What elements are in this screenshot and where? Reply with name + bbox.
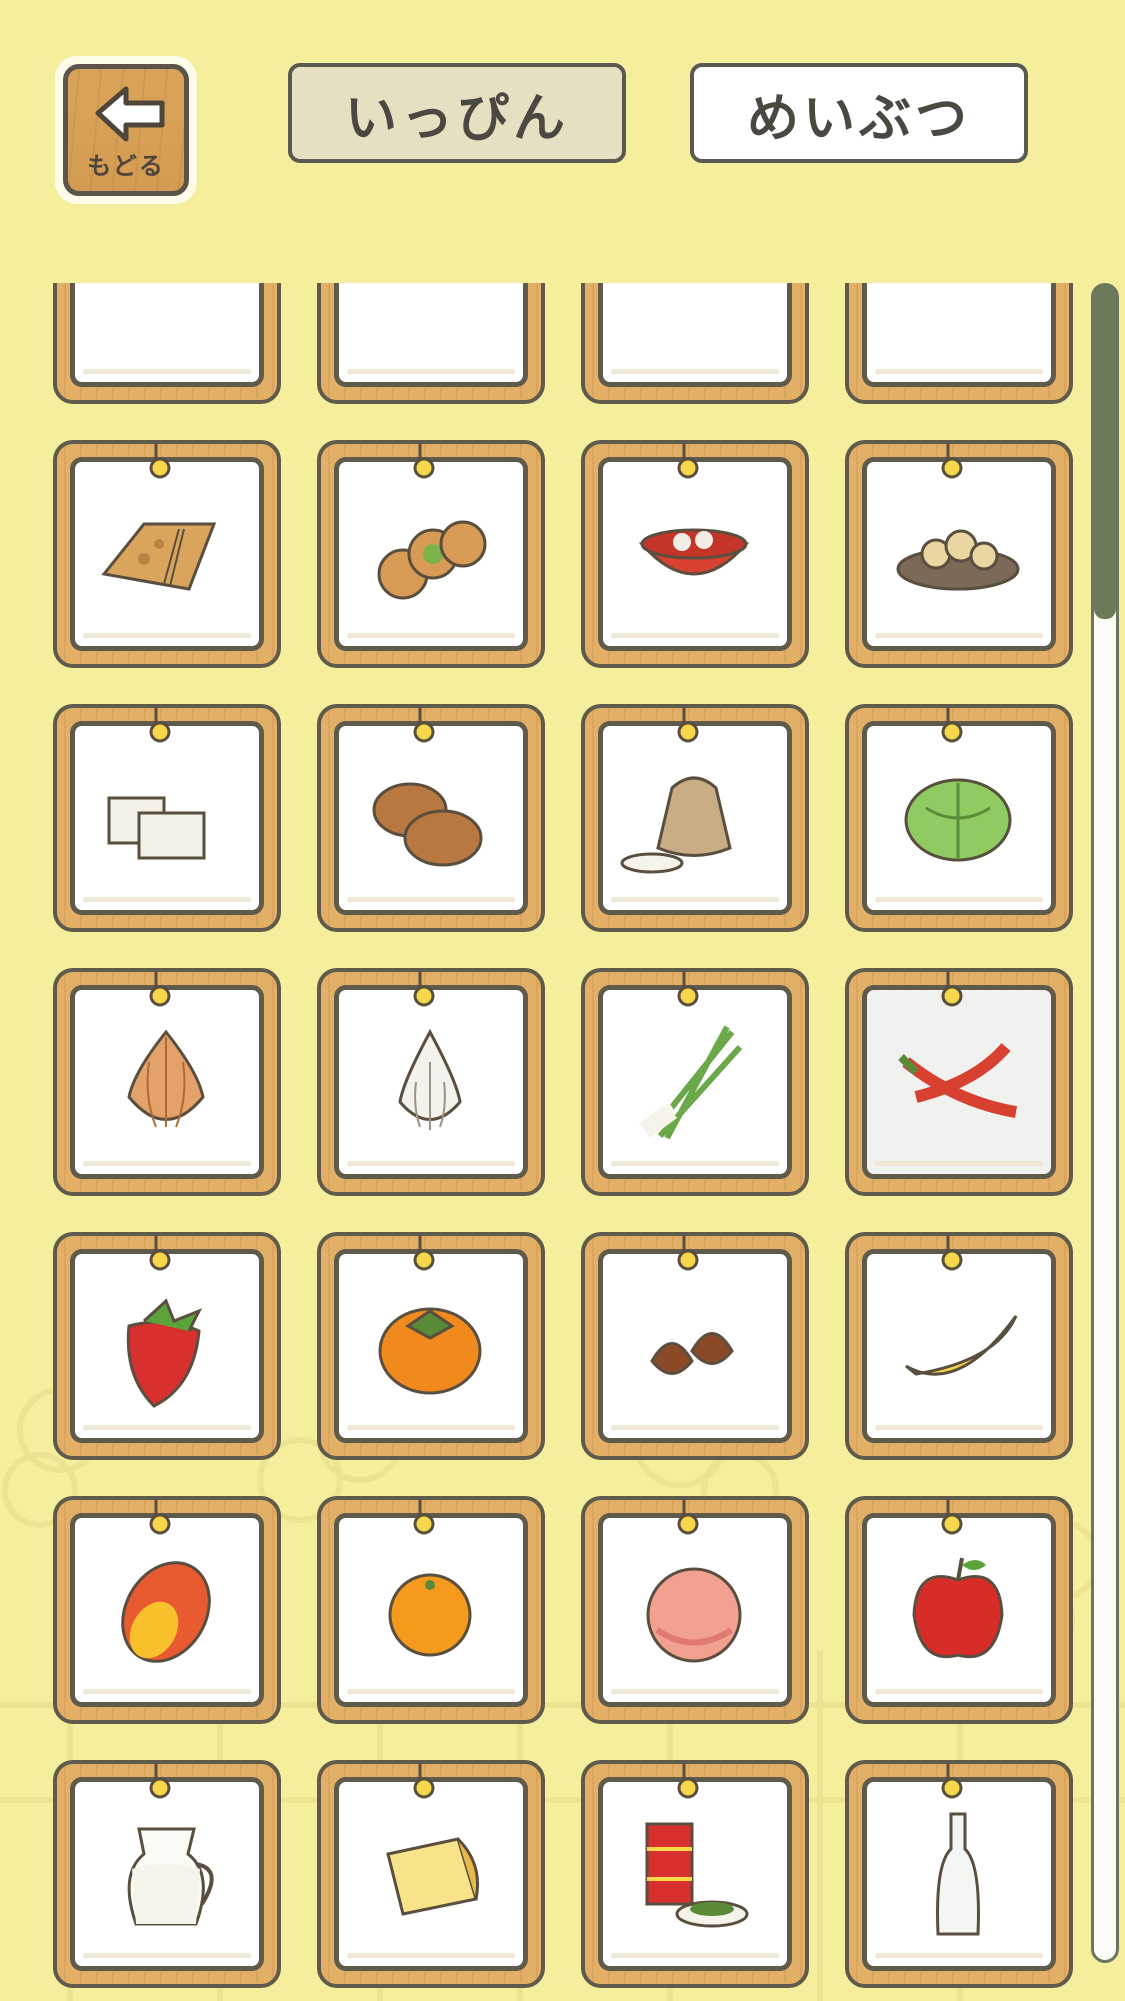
item-card-item-partial-4[interactable] [845, 283, 1073, 404]
item-card-cheese[interactable] [317, 1760, 545, 1988]
item-card-tea-canister[interactable] [581, 1760, 809, 1988]
cheese-icon [386, 1837, 480, 1916]
garlic-icon [398, 1028, 462, 1130]
item-card-zenzai-red-bowl[interactable] [581, 440, 809, 668]
item-card-mango[interactable] [53, 1496, 281, 1724]
senbei-rice-cracker-icon [101, 522, 217, 591]
item-card-chestnuts[interactable] [581, 1232, 809, 1460]
item-card-garlic[interactable] [317, 968, 545, 1196]
scrollbar[interactable] [1091, 283, 1119, 1963]
item-card-item-partial-3[interactable] [581, 283, 809, 404]
green-onion-icon [639, 1025, 743, 1140]
apple-icon [912, 1557, 1004, 1658]
onion-icon [127, 1029, 205, 1128]
item-card-persimmon[interactable] [317, 1232, 545, 1460]
zenzai-red-bowl-icon [638, 528, 750, 576]
rice-sack-icon [620, 776, 732, 874]
item-partial-3-icon [612, 283, 776, 370]
item-card-tofu-blocks[interactable] [53, 704, 281, 932]
item-partial-1-icon [84, 283, 248, 370]
bread-buns-icon [372, 782, 483, 867]
chestnuts-icon [650, 1332, 734, 1375]
back-button[interactable]: もどる [55, 56, 197, 204]
strawberry-icon [126, 1298, 203, 1408]
tab-meibutsu[interactable]: めいぶつ [690, 63, 1028, 163]
item-card-peach[interactable] [581, 1496, 809, 1724]
back-button-face: もどる [63, 64, 189, 196]
chili-peppers-icon [898, 1043, 1017, 1118]
item-card-green-onion[interactable] [581, 968, 809, 1196]
manju-cakes-icon [377, 520, 487, 600]
glass-bottle-icon [936, 1812, 980, 1936]
tab-ippin[interactable]: いっぴん [288, 63, 626, 163]
item-card-manju-cakes[interactable] [317, 440, 545, 668]
tofu-blocks-icon [107, 796, 206, 860]
item-card-fried-snack-plate[interactable] [845, 440, 1073, 668]
milk-jug-icon [127, 1827, 214, 1926]
fried-snack-plate-icon [896, 529, 1020, 591]
item-partial-4-icon [876, 283, 1040, 370]
item-card-onion[interactable] [53, 968, 281, 1196]
persimmon-icon [378, 1307, 482, 1395]
scroll-thumb[interactable] [1094, 286, 1116, 619]
mango-icon [121, 1561, 211, 1663]
item-grid-viewport [0, 283, 1125, 2001]
item-card-glass-bottle[interactable] [845, 1760, 1073, 1988]
item-card-apple[interactable] [845, 1496, 1073, 1724]
item-card-item-partial-1[interactable] [53, 283, 281, 404]
item-card-banana[interactable] [845, 1232, 1073, 1460]
banana-icon [905, 1315, 1018, 1376]
item-card-cabbage[interactable] [845, 704, 1073, 932]
item-partial-2-icon [348, 283, 512, 370]
item-card-bread-buns[interactable] [317, 704, 545, 932]
tea-canister-icon [645, 1822, 749, 1928]
item-card-chili-peppers[interactable] [845, 968, 1073, 1196]
cabbage-icon [904, 778, 1012, 862]
back-button-label: もどる [87, 152, 165, 180]
item-card-rice-sack[interactable] [581, 704, 809, 932]
mandarin-orange-icon [388, 1573, 472, 1657]
peach-icon [646, 1567, 742, 1663]
item-card-senbei-rice-cracker[interactable] [53, 440, 281, 668]
back-arrow-icon [95, 86, 165, 142]
item-card-mandarin-orange[interactable] [317, 1496, 545, 1724]
item-card-milk-jug[interactable] [53, 1760, 281, 1988]
item-card-strawberry[interactable] [53, 1232, 281, 1460]
item-card-item-partial-2[interactable] [317, 283, 545, 404]
